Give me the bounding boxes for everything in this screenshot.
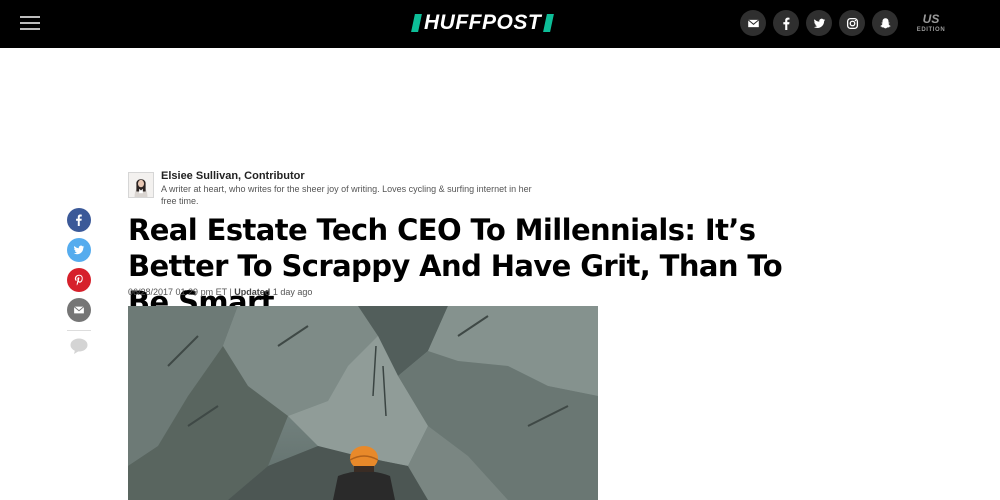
author-bio: A writer at heart, who writes for the sh… (161, 184, 532, 206)
logo-text: HUFFPOST (424, 11, 542, 34)
article-timestamp: 06/28/2017 01:29 pm ET | Updated 1 day a… (128, 287, 312, 297)
logo-right-bar (543, 14, 555, 32)
facebook-icon[interactable] (773, 10, 799, 36)
updated-label: Updated (234, 287, 271, 297)
author-avatar[interactable] (128, 172, 154, 198)
edition-label: EDITION (916, 27, 946, 33)
twitter-icon[interactable] (806, 10, 832, 36)
edition-code: US (922, 12, 940, 26)
share-twitter-icon[interactable] (67, 238, 91, 262)
hamburger-menu-icon[interactable] (20, 14, 42, 32)
timestamp-separator: | (229, 287, 232, 297)
email-icon[interactable] (740, 10, 766, 36)
updated-value: 1 day ago (272, 287, 313, 297)
author-name[interactable]: Elsiee Sullivan, Contributor (161, 170, 305, 182)
share-facebook-icon[interactable] (67, 208, 91, 232)
comment-icon[interactable] (70, 338, 88, 354)
instagram-icon[interactable] (839, 10, 865, 36)
share-email-icon[interactable] (67, 298, 91, 322)
snapchat-icon[interactable] (872, 10, 898, 36)
article-headline: Real Estate Tech CEO To Millennials: It’… (128, 213, 783, 319)
edition-selector[interactable]: US EDITION (914, 13, 948, 35)
top-navigation-bar: HUFFPOST US EDITION (0, 0, 1000, 48)
share-pinterest-icon[interactable] (67, 268, 91, 292)
huffpost-logo[interactable]: HUFFPOST (411, 11, 555, 34)
share-divider (67, 330, 91, 331)
logo-left-bar (411, 14, 422, 32)
publish-date: 06/28/2017 01:29 pm ET (128, 287, 227, 297)
article-hero-image[interactable] (128, 306, 598, 500)
